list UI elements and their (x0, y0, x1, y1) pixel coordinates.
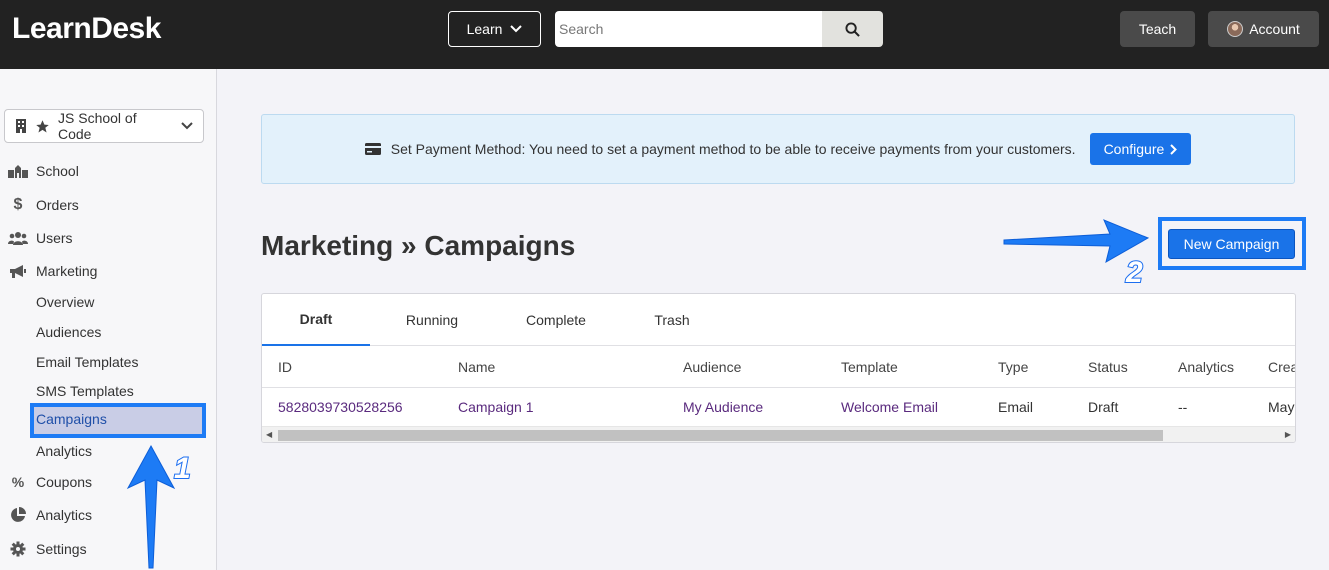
top-navbar: LearnDesk Learn Teach Account (0, 0, 1329, 69)
sidebar-item-orders[interactable]: $ Orders (8, 196, 79, 214)
sidebar-subitem-campaigns[interactable]: Campaigns (30, 403, 206, 438)
chevron-right-icon (1170, 143, 1178, 155)
annotation-step-1: 1 (173, 451, 192, 486)
created-value: May (1268, 399, 1295, 415)
gear-icon (8, 541, 28, 557)
annotation-step-2: 2 (1125, 255, 1144, 290)
scroll-right-icon[interactable]: ▶ (1285, 430, 1291, 439)
sidebar-item-analytics[interactable]: Analytics (8, 507, 92, 523)
school-selector[interactable]: JS School of Code (4, 109, 204, 143)
sidebar-subitem-sms-templates[interactable]: SMS Templates (36, 383, 134, 399)
col-audience[interactable]: Audience (683, 346, 741, 387)
sidebar-subitem-analytics[interactable]: Analytics (36, 443, 92, 459)
col-id[interactable]: ID (278, 346, 292, 387)
search-icon (845, 21, 860, 37)
status-value: Draft (1088, 399, 1119, 415)
tab-complete[interactable]: Complete (512, 294, 600, 346)
learn-label: Learn (466, 21, 503, 37)
scroll-left-icon[interactable]: ◀ (266, 430, 272, 439)
sidebar-item-users[interactable]: Users (8, 230, 73, 246)
search-button[interactable] (822, 11, 883, 47)
page-title: Marketing » Campaigns (261, 230, 576, 261)
learndesk-logo[interactable]: LearnDesk (12, 12, 161, 46)
campaign-tabs: Draft Running Complete Trash (262, 294, 1295, 346)
col-type[interactable]: Type (998, 346, 1028, 387)
horizontal-scrollbar[interactable]: ◀ ▶ (262, 426, 1295, 442)
avatar (1227, 21, 1244, 37)
dollar-icon: $ (13, 196, 23, 213)
sidebar-subitem-overview[interactable]: Overview (36, 294, 94, 310)
payment-method-notice: Set Payment Method: You need to set a pa… (261, 114, 1295, 184)
audience-link[interactable]: My Audience (683, 388, 763, 426)
sidebar-subitem-audiences[interactable]: Audiences (36, 324, 101, 340)
star-icon (36, 119, 49, 132)
teach-button[interactable]: Teach (1120, 11, 1195, 47)
analytics-value: -- (1178, 399, 1188, 415)
type-value: Email (998, 399, 1034, 415)
campaign-id-link[interactable]: 5828039730528256 (278, 388, 403, 426)
megaphone-icon (8, 264, 28, 278)
account-button[interactable]: Account (1208, 11, 1319, 47)
sidebar: JS School of Code School $ Orders Users … (0, 69, 217, 570)
school-icon (8, 164, 28, 178)
scroll-thumb[interactable] (278, 430, 1163, 441)
col-created[interactable]: Crea (1268, 346, 1295, 387)
tab-running[interactable]: Running (390, 294, 474, 346)
account-label: Account (1249, 21, 1300, 37)
col-analytics[interactable]: Analytics (1178, 346, 1234, 387)
campaigns-card: Draft Running Complete Trash ID Name Aud… (261, 293, 1296, 443)
campaign-name-link[interactable]: Campaign 1 (458, 388, 534, 426)
users-icon (8, 231, 28, 245)
col-template[interactable]: Template (841, 346, 898, 387)
tab-trash[interactable]: Trash (640, 294, 704, 346)
notice-text: Set Payment Method: You need to set a pa… (390, 141, 1076, 157)
chevron-down-icon (181, 122, 193, 130)
tab-draft[interactable]: Draft (262, 294, 370, 346)
sidebar-item-school[interactable]: School (8, 163, 79, 179)
sidebar-subitem-email-templates[interactable]: Email Templates (36, 354, 138, 370)
table-row[interactable]: 5828039730528256 Campaign 1 My Audience … (262, 388, 1295, 426)
template-link[interactable]: Welcome Email (841, 388, 938, 426)
col-name[interactable]: Name (458, 346, 495, 387)
chevron-down-icon (510, 25, 523, 33)
table-header: ID Name Audience Template Type Status An… (262, 346, 1295, 388)
configure-button[interactable]: Configure (1089, 133, 1192, 165)
search-input[interactable] (555, 11, 822, 47)
school-name: JS School of Code (58, 110, 137, 142)
percent-icon: % (11, 474, 25, 490)
annotation-arrow-up (126, 444, 176, 569)
sidebar-item-settings[interactable]: Settings (8, 541, 87, 557)
pie-chart-icon (8, 507, 28, 523)
new-campaign-button[interactable]: New Campaign (1168, 229, 1295, 259)
building-icon (16, 119, 26, 133)
learn-dropdown-button[interactable]: Learn (448, 11, 541, 47)
credit-card-icon (364, 143, 381, 155)
col-status[interactable]: Status (1088, 346, 1128, 387)
sidebar-item-coupons[interactable]: % Coupons (8, 474, 92, 490)
sidebar-item-marketing[interactable]: Marketing (8, 263, 97, 279)
